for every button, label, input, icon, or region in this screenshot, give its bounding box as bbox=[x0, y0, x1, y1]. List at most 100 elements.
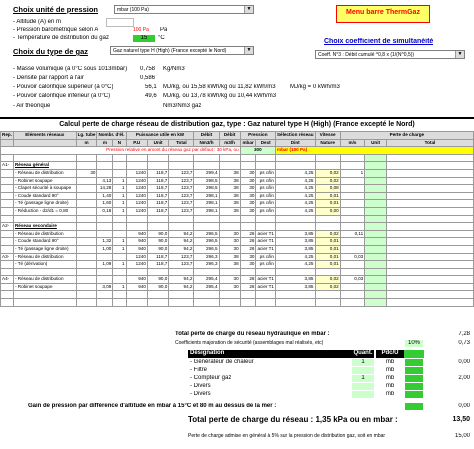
row-cell bbox=[255, 267, 276, 277]
gain-input[interactable] bbox=[405, 403, 423, 410]
row-cell[interactable]: 1,40 bbox=[96, 191, 114, 201]
header-flow1: Débit bbox=[193, 131, 220, 140]
row-cell[interactable]: 1,00 bbox=[96, 244, 114, 254]
row-cell[interactable] bbox=[75, 282, 98, 292]
row-cell: 0,02 bbox=[314, 229, 341, 239]
row-cell[interactable]: 1 bbox=[112, 191, 127, 201]
row-cell bbox=[168, 222, 195, 231]
row-cell bbox=[218, 214, 241, 224]
header-row-2: m m N P.U Unit Total Nm3/h m3/h mbar Dex… bbox=[0, 138, 474, 148]
row-cell[interactable]: 1 bbox=[112, 176, 127, 186]
temperature-input[interactable]: 15 bbox=[133, 35, 155, 42]
row-cell[interactable] bbox=[96, 214, 114, 224]
row-cell: 38 bbox=[218, 260, 241, 269]
equipment-pdc-input[interactable] bbox=[405, 375, 423, 382]
row-cell[interactable] bbox=[75, 222, 98, 231]
row-cell[interactable] bbox=[75, 237, 98, 246]
chevron-down-icon[interactable]: ▼ bbox=[244, 47, 253, 54]
row-cell[interactable] bbox=[75, 153, 98, 163]
row-cell[interactable] bbox=[75, 267, 98, 277]
menu-thermgaz-button[interactable]: Menu barre ThermGaz bbox=[336, 5, 430, 23]
row-cell[interactable]: 1 bbox=[112, 244, 127, 254]
pressure-default-input[interactable]: 300 bbox=[239, 146, 276, 155]
row-cell bbox=[364, 267, 387, 277]
row-cell[interactable]: 1 bbox=[112, 184, 127, 193]
row-cell[interactable] bbox=[112, 161, 127, 170]
row-cell[interactable]: 1 bbox=[112, 282, 127, 292]
row-cell: 118,7 bbox=[146, 184, 170, 193]
row-cell[interactable] bbox=[96, 222, 114, 231]
equipment-name: - Générateur de chaleur bbox=[190, 359, 254, 365]
simultaneity-select[interactable]: Coeff. N°3 : Débit cumulé ^0,8 x (1/(N^0… bbox=[315, 50, 465, 59]
row-cell[interactable] bbox=[75, 161, 98, 170]
row-cell[interactable] bbox=[96, 153, 114, 163]
row-cell[interactable]: 1 bbox=[112, 237, 127, 246]
row-total bbox=[385, 168, 474, 178]
pressure-unit-select[interactable]: mbar (100 Pa) ▼ bbox=[114, 5, 254, 14]
equipment-quantity[interactable]: 1 bbox=[352, 375, 374, 382]
altitude-input[interactable] bbox=[106, 18, 134, 27]
chevron-down-icon[interactable]: ▼ bbox=[244, 6, 253, 13]
equipment-quantity[interactable] bbox=[352, 391, 374, 398]
row-cell bbox=[146, 214, 170, 224]
chevron-down-icon[interactable]: ▼ bbox=[455, 51, 464, 58]
equipment-quantity[interactable]: 1 bbox=[352, 359, 374, 366]
row-cell[interactable] bbox=[96, 168, 114, 178]
row-cell[interactable] bbox=[112, 267, 127, 277]
row-cell[interactable]: 1,09 bbox=[96, 260, 114, 269]
row-cell[interactable] bbox=[75, 199, 98, 208]
row-cell[interactable] bbox=[75, 184, 98, 193]
equipment-pdc-input[interactable] bbox=[405, 359, 423, 366]
row-cell[interactable] bbox=[75, 244, 98, 254]
row-cell[interactable] bbox=[96, 275, 114, 284]
row-cell[interactable] bbox=[75, 214, 98, 224]
row-cell[interactable]: 14,28 bbox=[96, 184, 114, 193]
row-cell: 940 bbox=[125, 244, 148, 254]
row-cell: 296,5 bbox=[193, 229, 220, 239]
row-cell[interactable] bbox=[112, 298, 127, 307]
equipment-quantity[interactable] bbox=[352, 383, 374, 390]
equipment-pdc-input[interactable] bbox=[405, 383, 423, 390]
equipment-pdc-input[interactable] bbox=[405, 391, 423, 398]
equipment-pdc-input[interactable] bbox=[405, 367, 423, 374]
row-cell[interactable] bbox=[75, 298, 98, 307]
gas-type-select[interactable]: Gaz naturel type H (High) (France except… bbox=[110, 46, 254, 55]
row-cell bbox=[239, 290, 257, 300]
row-cell[interactable] bbox=[112, 229, 127, 239]
row-cell[interactable] bbox=[112, 252, 127, 262]
row-cell[interactable] bbox=[96, 267, 114, 277]
row-cell[interactable] bbox=[75, 275, 98, 284]
row-cell: 38 bbox=[218, 191, 241, 201]
row-cell[interactable] bbox=[96, 252, 114, 262]
row-cell[interactable]: 1 bbox=[112, 206, 127, 216]
row-cell[interactable] bbox=[96, 229, 114, 239]
row-cell[interactable]: 1 bbox=[112, 260, 127, 269]
coef-input[interactable]: 10% bbox=[405, 340, 423, 347]
row-cell[interactable] bbox=[75, 252, 98, 262]
row-cell[interactable] bbox=[75, 229, 98, 239]
row-cell[interactable] bbox=[112, 222, 127, 231]
row-cell[interactable] bbox=[75, 176, 98, 186]
row-cell[interactable]: 1,60 bbox=[96, 199, 114, 208]
row-cell[interactable] bbox=[75, 290, 98, 300]
row-cell[interactable] bbox=[112, 275, 127, 284]
row-cell[interactable]: 1,32 bbox=[96, 237, 114, 246]
row-cell[interactable] bbox=[96, 290, 114, 300]
row-cell[interactable] bbox=[112, 168, 127, 178]
row-cell[interactable] bbox=[112, 214, 127, 224]
row-cell[interactable] bbox=[75, 191, 98, 201]
row-cell[interactable] bbox=[96, 161, 114, 170]
row-cell[interactable] bbox=[75, 260, 98, 269]
row-cell[interactable] bbox=[75, 206, 98, 216]
row-cell bbox=[239, 267, 257, 277]
row-cell[interactable]: 0,18 bbox=[96, 206, 114, 216]
row-cell[interactable]: 30 bbox=[75, 168, 98, 178]
row-cell: 4,25 bbox=[274, 199, 316, 208]
row-cell[interactable]: 4,13 bbox=[96, 176, 114, 186]
row-cell[interactable] bbox=[112, 153, 127, 163]
equipment-quantity[interactable] bbox=[352, 367, 374, 374]
row-cell[interactable]: 3,09 bbox=[96, 282, 114, 292]
row-cell[interactable]: 1 bbox=[112, 199, 127, 208]
row-cell[interactable] bbox=[96, 298, 114, 307]
row-cell[interactable] bbox=[112, 290, 127, 300]
